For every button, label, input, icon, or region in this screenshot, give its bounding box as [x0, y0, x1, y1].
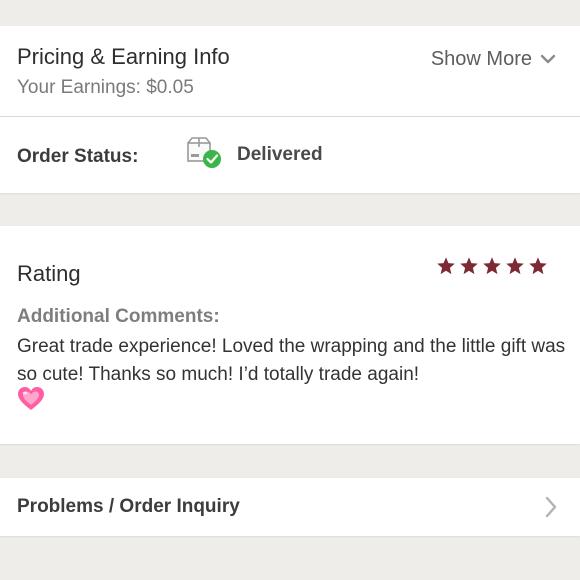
star-icon [506, 257, 524, 275]
earnings-text: Your Earnings: $0.05 [17, 77, 194, 98]
package-delivered-icon [186, 137, 224, 169]
order-status-label: Order Status: [17, 146, 139, 167]
show-more-label: Show More [430, 48, 532, 70]
star-icon [483, 257, 501, 275]
order-status-value: Delivered [237, 144, 323, 165]
rating-title: Rating [17, 261, 81, 286]
star-icon [437, 257, 455, 275]
order-inquiry-row[interactable]: Problems / Order Inquiry [0, 478, 580, 536]
pricing-section: Pricing & Earning Info Your Earnings: $0… [0, 26, 580, 116]
show-more-button[interactable]: Show More [431, 48, 556, 71]
order-status-section: Order Status: Delivered [0, 117, 580, 193]
pink-heart-icon [17, 386, 45, 417]
pricing-title: Pricing & Earning Info [17, 44, 230, 69]
star-icon [529, 257, 547, 275]
chevron-down-icon [540, 48, 556, 71]
star-icon [460, 257, 478, 275]
comment-text: Great trade experience! Loved the wrappi… [17, 336, 566, 385]
chevron-right-icon [544, 496, 558, 523]
star-rating [436, 256, 548, 276]
additional-comments-label: Additional Comments: [17, 306, 220, 327]
order-inquiry-label: Problems / Order Inquiry [17, 496, 240, 517]
rating-section: Rating Additional Comments: Great trade … [0, 226, 580, 444]
